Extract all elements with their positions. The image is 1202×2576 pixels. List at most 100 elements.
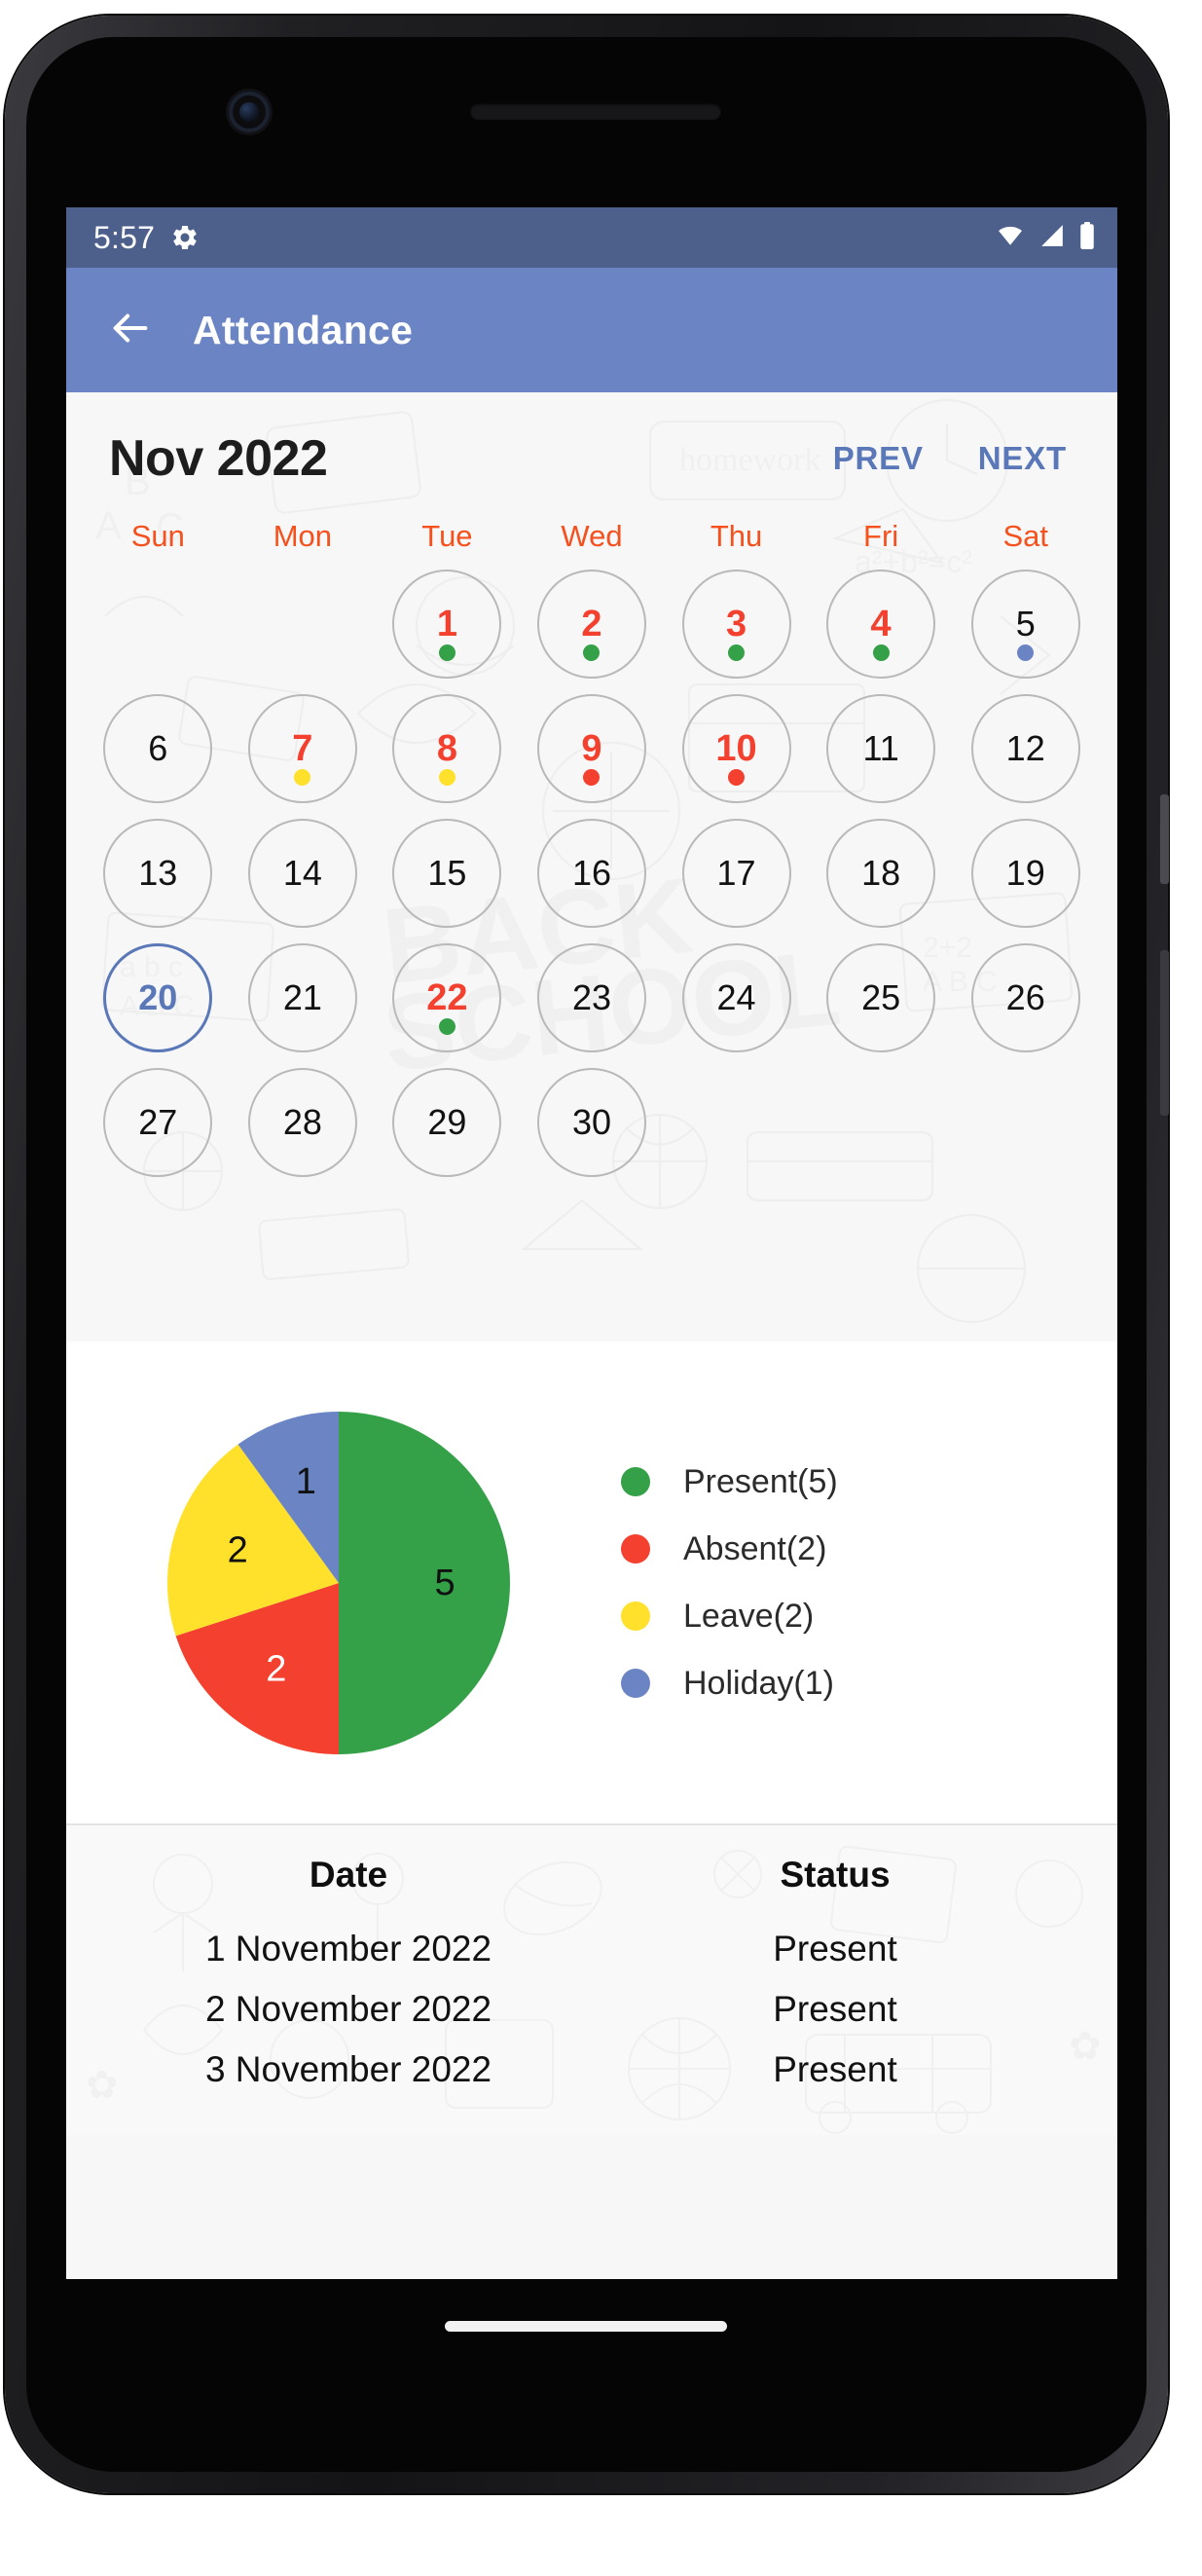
status-dot-absent (583, 769, 601, 786)
calendar-day-cell: 28 (231, 1068, 376, 1177)
calendar-day-9[interactable]: 9 (536, 694, 646, 803)
calendar-day-number: 21 (282, 977, 322, 1017)
wifi-icon (995, 223, 1026, 253)
calendar-day-18[interactable]: 18 (826, 819, 936, 928)
calendar-day-17[interactable]: 17 (681, 819, 791, 928)
pie-slice-label-holiday: 1 (296, 1461, 316, 1502)
calendar-day-7[interactable]: 7 (247, 694, 357, 803)
calendar-day-number: 29 (427, 1102, 467, 1142)
cell-date: 3 November 2022 (204, 2049, 492, 2089)
calendar-day-25[interactable]: 25 (826, 943, 936, 1052)
calendar-day-2[interactable]: 2 (536, 570, 646, 679)
weekday-header-row: Sun Mon Tue Wed Thu Fri Sat (66, 519, 1117, 554)
calendar-week-row: 20 21 22 23 24 25 26 (66, 943, 1117, 1052)
calendar-day-number: 23 (571, 977, 611, 1017)
calendar-day-15[interactable]: 15 (392, 819, 502, 928)
calendar-day-number: 11 (862, 728, 899, 768)
calendar-day-11[interactable]: 11 (826, 694, 936, 803)
calendar-day-8[interactable]: 8 (392, 694, 502, 803)
status-dot-present (728, 644, 746, 661)
calendar-section: homework B A C a²+b²=c² BACK SCHOOL a b … (66, 392, 1117, 1342)
cell-date: 2 November 2022 (204, 1989, 492, 2029)
calendar-day-cell: 18 (809, 819, 954, 928)
pie-chart: 5 2 2 1 (66, 1388, 611, 1778)
app-bar: Attendance (66, 268, 1117, 392)
calendar-day-14[interactable]: 14 (247, 819, 357, 928)
attendance-table-section: ✿ ✿ Date Status 1 November 2022 Present 2 … (66, 1823, 1117, 2135)
table-row: 3 November 2022 Present (66, 2040, 1117, 2100)
calendar-day-22[interactable]: 22 (392, 943, 502, 1052)
pie-slice-present[interactable] (339, 1411, 510, 1754)
calendar-day-cell: 21 (231, 943, 376, 1052)
calendar-day-number: 10 (715, 728, 757, 769)
calendar-day-number: 8 (436, 728, 457, 769)
table-header-row: Date Status (66, 1849, 1117, 1919)
calendar-day-cell (664, 1068, 809, 1177)
calendar-day-29[interactable]: 29 (392, 1068, 502, 1177)
calendar-day-24[interactable]: 24 (681, 943, 791, 1052)
weekday-label-sun: Sun (130, 519, 185, 553)
calendar-day-28[interactable]: 28 (247, 1068, 357, 1177)
calendar-day-cell: 6 (86, 694, 231, 803)
status-dot-absent (728, 769, 746, 786)
calendar-day-cell: 10 (664, 694, 809, 803)
phone-screen: 5:57 Attendance homework B A C a²+b²=c² … (66, 207, 1117, 2279)
calendar-day-3[interactable]: 3 (681, 570, 791, 679)
calendar-day-number: 24 (716, 977, 756, 1017)
calendar-day-27[interactable]: 27 (103, 1068, 213, 1177)
calendar-day-number: 26 (1005, 977, 1045, 1017)
calendar-day-cell: 12 (953, 694, 1098, 803)
column-header-date: Date (309, 1855, 388, 1895)
calendar-day-number: 22 (426, 977, 468, 1018)
calendar-day-cell: 22 (375, 943, 520, 1052)
calendar-day-cell: 23 (520, 943, 665, 1052)
calendar-day-19[interactable]: 19 (970, 819, 1080, 928)
volume-button[interactable] (1160, 950, 1169, 1116)
calendar-day-cell: 25 (809, 943, 954, 1052)
calendar-day-number: 27 (138, 1102, 178, 1142)
status-bar: 5:57 (66, 207, 1117, 268)
calendar-day-1[interactable]: 1 (392, 570, 502, 679)
cell-status: Present (773, 1929, 897, 1969)
pie-slice-label-present: 5 (435, 1563, 455, 1603)
signal-icon (1038, 223, 1066, 253)
calendar-day-16[interactable]: 16 (536, 819, 646, 928)
calendar-day-number: 20 (138, 977, 178, 1017)
calendar-day-26[interactable]: 26 (970, 943, 1080, 1052)
calendar-day-cell (953, 1068, 1098, 1177)
calendar-day-13[interactable]: 13 (103, 819, 213, 928)
calendar-week-row: 27 28 29 30 (66, 1068, 1117, 1177)
calendar-day-30[interactable]: 30 (536, 1068, 646, 1177)
calendar-day-20[interactable]: 20 (103, 943, 213, 1052)
back-button[interactable] (90, 289, 171, 371)
power-button[interactable] (1160, 794, 1169, 884)
screenshot-stage: 5:57 Attendance homework B A C a²+b²=c² … (0, 0, 1202, 2576)
next-month-button[interactable]: NEXT (978, 440, 1067, 477)
status-bar-system-icons (995, 221, 1096, 255)
calendar-day-10[interactable]: 10 (681, 694, 791, 803)
calendar-day-6[interactable]: 6 (103, 694, 213, 803)
calendar-day-cell: 13 (86, 819, 231, 928)
calendar-day-12[interactable]: 12 (970, 694, 1080, 803)
calendar-day-cell: 14 (231, 819, 376, 928)
calendar-week-row: 1 2 3 4 5 (66, 570, 1117, 679)
calendar-day-number: 2 (581, 604, 602, 644)
prev-month-button[interactable]: PREV (833, 440, 924, 477)
cell-status: Present (773, 1989, 897, 2029)
calendar-day-cell: 5 (953, 570, 1098, 679)
legend-label: Holiday(1) (683, 1664, 834, 1702)
legend-color-swatch (621, 1534, 650, 1564)
calendar-day-23[interactable]: 23 (536, 943, 646, 1052)
legend-item: Absent(2) (621, 1530, 1117, 1568)
calendar-day-number: 16 (571, 853, 611, 893)
legend-color-swatch (621, 1601, 650, 1631)
calendar-day-4[interactable]: 4 (826, 570, 936, 679)
calendar-day-5[interactable]: 5 (970, 570, 1080, 679)
calendar-day-number: 12 (1005, 728, 1045, 768)
legend-item: Leave(2) (621, 1598, 1117, 1636)
home-indicator[interactable] (445, 2321, 727, 2332)
status-dot-leave (438, 769, 455, 786)
calendar-day-21[interactable]: 21 (247, 943, 357, 1052)
legend-color-swatch (621, 1467, 650, 1496)
calendar-day-cell: 11 (809, 694, 954, 803)
